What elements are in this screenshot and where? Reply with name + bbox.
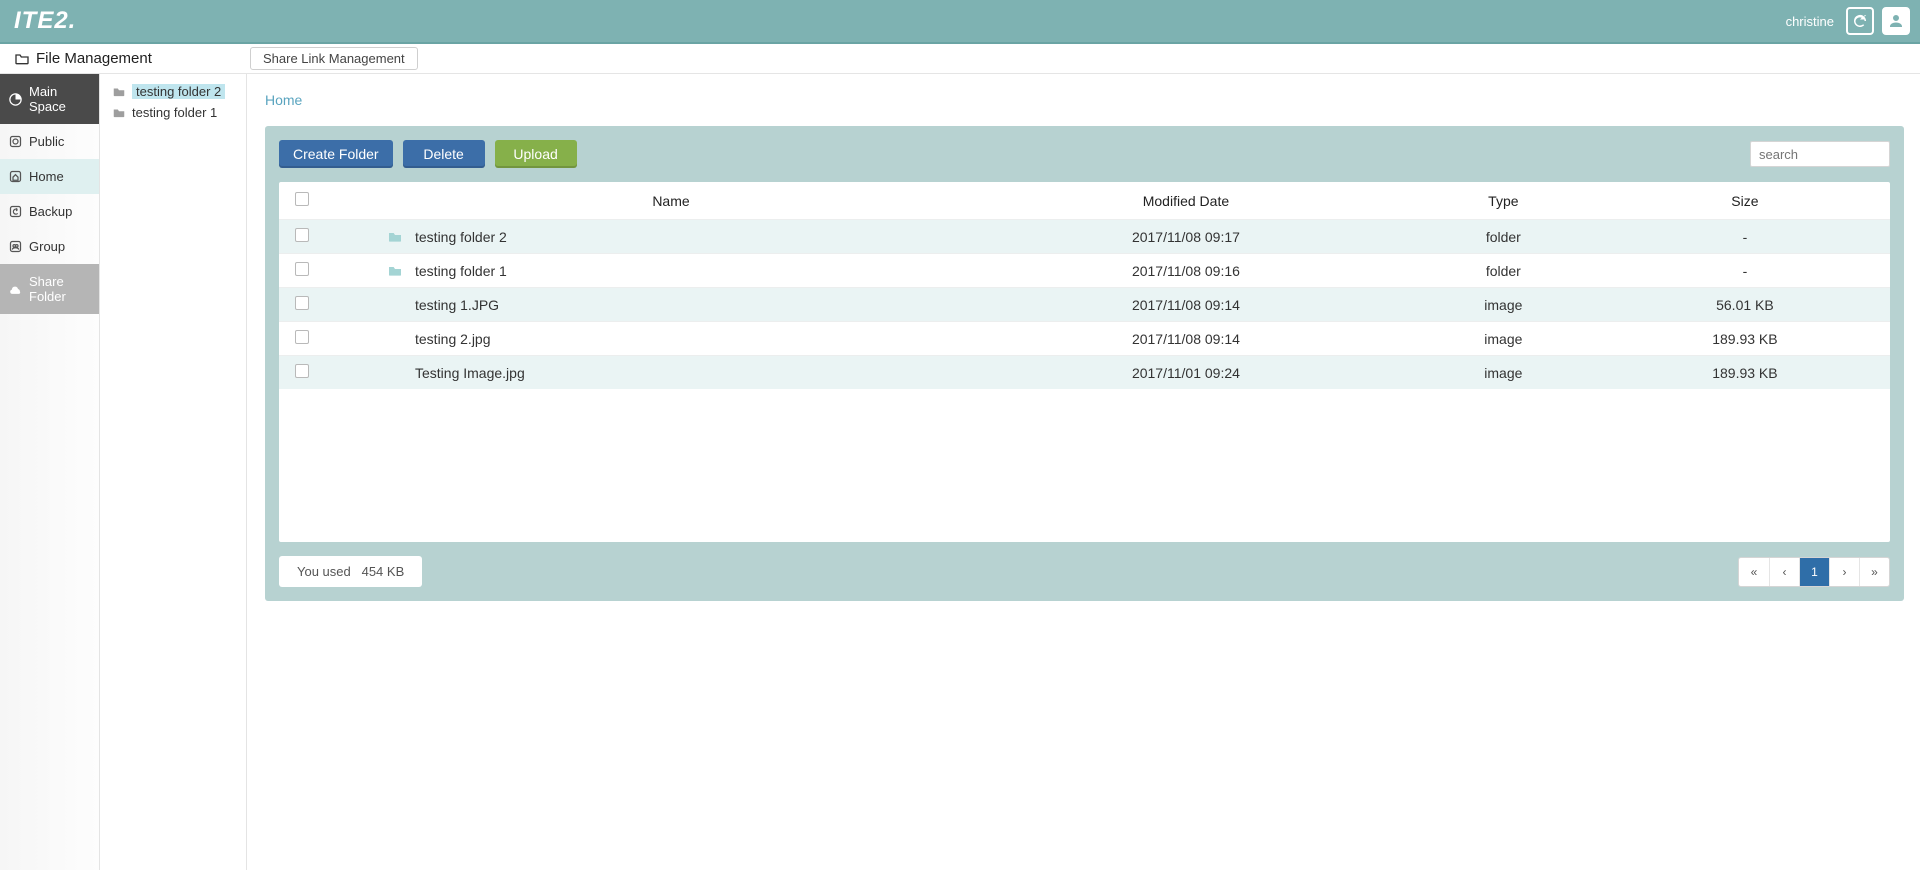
username-label: christine bbox=[1786, 14, 1834, 29]
folder-icon bbox=[385, 229, 405, 245]
row-name-text: testing 1.JPG bbox=[415, 297, 499, 313]
secondbar: File Management Share Link Management bbox=[0, 44, 1920, 74]
table-row[interactable]: testing 1.JPG 2017/11/08 09:14image56.01 … bbox=[279, 288, 1890, 322]
row-modified: 2017/11/08 09:17 bbox=[965, 220, 1407, 254]
sidebar-item-backup[interactable]: Backup bbox=[0, 194, 99, 229]
folder-tree: testing folder 2 testing folder 1 bbox=[100, 74, 247, 870]
row-checkbox[interactable] bbox=[295, 330, 309, 344]
topbar-right: christine bbox=[1786, 7, 1910, 35]
delete-button[interactable]: Delete bbox=[403, 140, 485, 168]
row-type: image bbox=[1407, 288, 1600, 322]
toolbar-left: Create Folder Delete Upload bbox=[279, 140, 577, 168]
main-content: Home Create Folder Delete Upload Name bbox=[247, 74, 1920, 870]
table-row[interactable]: testing folder 1 2017/11/08 09:16folder- bbox=[279, 254, 1890, 288]
sidebar-item-label: Public bbox=[29, 134, 64, 149]
sidebar: Main Space Public Home Backup Group Shar… bbox=[0, 74, 100, 870]
sidebar-item-share-folder[interactable]: Share Folder bbox=[0, 264, 99, 314]
breadcrumb-home[interactable]: Home bbox=[265, 92, 302, 108]
row-modified: 2017/11/08 09:14 bbox=[965, 288, 1407, 322]
sidebar-item-home[interactable]: Home bbox=[0, 159, 99, 194]
file-management-title: File Management bbox=[14, 50, 236, 67]
tree-item-label: testing folder 2 bbox=[132, 84, 225, 99]
row-type: image bbox=[1407, 356, 1600, 390]
file-icon bbox=[385, 365, 405, 381]
table-row[interactable]: testing folder 2 2017/11/08 09:17folder- bbox=[279, 220, 1890, 254]
tree-item[interactable]: testing folder 2 bbox=[108, 82, 238, 101]
sidebar-item-group[interactable]: Group bbox=[0, 229, 99, 264]
row-size: 189.93 KB bbox=[1600, 356, 1890, 390]
upload-button[interactable]: Upload bbox=[495, 140, 577, 168]
brand-logo: ITE2. bbox=[14, 7, 76, 35]
file-management-label: File Management bbox=[36, 50, 152, 67]
row-checkbox[interactable] bbox=[295, 364, 309, 378]
row-modified: 2017/11/08 09:14 bbox=[965, 322, 1407, 356]
pager-prev[interactable]: ‹ bbox=[1769, 558, 1799, 586]
panel-footer: You used 454 KB « ‹ 1 › » bbox=[279, 556, 1890, 587]
search-input[interactable] bbox=[1750, 141, 1890, 167]
pager-current[interactable]: 1 bbox=[1799, 558, 1829, 586]
table-row[interactable]: testing 2.jpg 2017/11/08 09:14image189.93… bbox=[279, 322, 1890, 356]
row-type: folder bbox=[1407, 254, 1600, 288]
table-header-row: Name Modified Date Type Size bbox=[279, 182, 1890, 220]
sidebar-item-main-space[interactable]: Main Space bbox=[0, 74, 99, 124]
file-table: Name Modified Date Type Size testing fol… bbox=[279, 182, 1890, 542]
user-icon[interactable] bbox=[1882, 7, 1910, 35]
row-checkbox[interactable] bbox=[295, 228, 309, 242]
row-checkbox[interactable] bbox=[295, 262, 309, 276]
pager-next[interactable]: › bbox=[1829, 558, 1859, 586]
sidebar-item-public[interactable]: Public bbox=[0, 124, 99, 159]
pager-last[interactable]: » bbox=[1859, 558, 1889, 586]
row-name-text: testing folder 1 bbox=[415, 263, 507, 279]
sidebar-item-label: Main Space bbox=[29, 84, 91, 114]
row-modified: 2017/11/01 09:24 bbox=[965, 356, 1407, 390]
toolbar: Create Folder Delete Upload bbox=[279, 140, 1890, 168]
body: Main Space Public Home Backup Group Shar… bbox=[0, 74, 1920, 870]
file-icon bbox=[385, 331, 405, 347]
pager: « ‹ 1 › » bbox=[1738, 557, 1890, 587]
col-name[interactable]: Name bbox=[325, 182, 965, 220]
table-row[interactable]: Testing Image.jpg 2017/11/01 09:24image18… bbox=[279, 356, 1890, 390]
row-size: 56.01 KB bbox=[1600, 288, 1890, 322]
row-name-text: testing 2.jpg bbox=[415, 331, 491, 347]
panel: Create Folder Delete Upload Name Modifie… bbox=[265, 126, 1904, 601]
sidebar-item-label: Home bbox=[29, 169, 64, 184]
usage-prefix: You used bbox=[297, 564, 351, 579]
sidebar-item-label: Backup bbox=[29, 204, 72, 219]
tree-item[interactable]: testing folder 1 bbox=[108, 103, 238, 122]
sidebar-item-label: Share Folder bbox=[29, 274, 91, 304]
usage-box: You used 454 KB bbox=[279, 556, 422, 587]
row-name-text: Testing Image.jpg bbox=[415, 365, 525, 381]
create-folder-button[interactable]: Create Folder bbox=[279, 140, 393, 168]
row-type: folder bbox=[1407, 220, 1600, 254]
tree-item-label: testing folder 1 bbox=[132, 105, 217, 120]
row-modified: 2017/11/08 09:16 bbox=[965, 254, 1407, 288]
topbar: ITE2. christine bbox=[0, 0, 1920, 42]
col-type[interactable]: Type bbox=[1407, 182, 1600, 220]
usage-value: 454 KB bbox=[362, 564, 405, 579]
pager-first[interactable]: « bbox=[1739, 558, 1769, 586]
row-size: - bbox=[1600, 254, 1890, 288]
col-size[interactable]: Size bbox=[1600, 182, 1890, 220]
select-all-checkbox[interactable] bbox=[295, 192, 309, 206]
tab-share-link-management[interactable]: Share Link Management bbox=[250, 47, 418, 70]
row-size: - bbox=[1600, 220, 1890, 254]
row-type: image bbox=[1407, 322, 1600, 356]
sidebar-item-label: Group bbox=[29, 239, 65, 254]
row-name-text: testing folder 2 bbox=[415, 229, 507, 245]
folder-icon bbox=[385, 263, 405, 279]
refresh-icon[interactable] bbox=[1846, 7, 1874, 35]
row-size: 189.93 KB bbox=[1600, 322, 1890, 356]
col-modified[interactable]: Modified Date bbox=[965, 182, 1407, 220]
row-checkbox[interactable] bbox=[295, 296, 309, 310]
file-icon bbox=[385, 297, 405, 313]
